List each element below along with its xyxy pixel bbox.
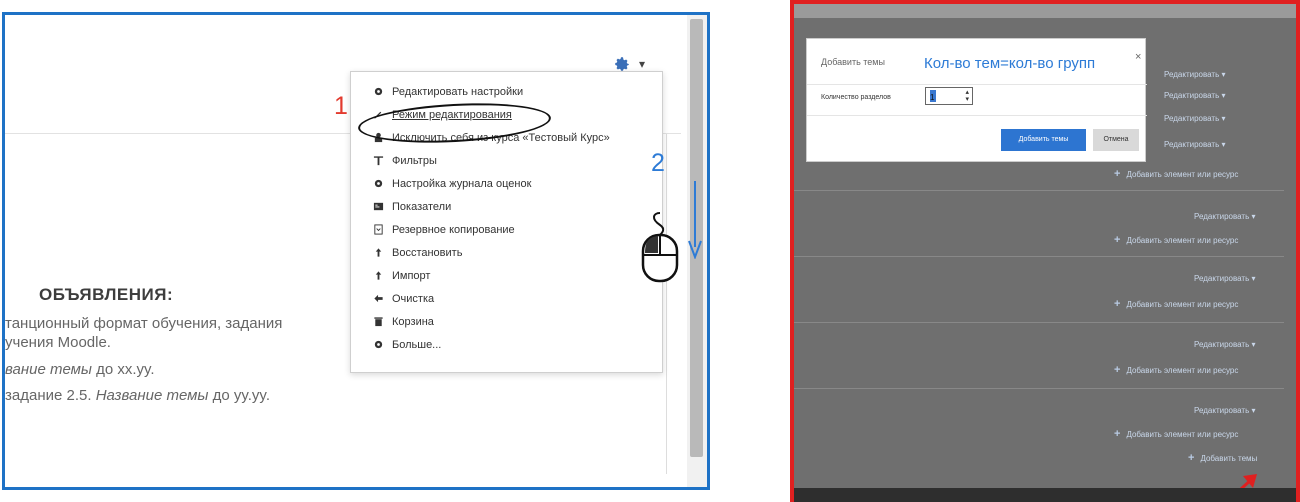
menu-item-filters[interactable]: Фильтры <box>351 149 664 172</box>
announcement-text: до xx.yy. <box>91 361 155 378</box>
sections-count-value: 1 <box>930 89 936 102</box>
announcement-text: задание 2.5. <box>5 387 96 404</box>
menu-item-label: Корзина <box>392 315 434 328</box>
arrow-down-icon <box>688 181 702 259</box>
menu-item-label: Настройка журнала оценок <box>392 177 532 190</box>
menu-item-edit-settings[interactable]: Редактировать настройки <box>351 80 664 103</box>
file-icon <box>371 223 385 237</box>
menu-item-gradebook-setup[interactable]: Настройка журнала оценок <box>351 172 664 195</box>
edit-menu-link[interactable]: Редактировать ▾ <box>1194 274 1256 283</box>
add-activity-label: Добавить элемент или ресурс <box>1126 236 1239 245</box>
add-topics-button[interactable]: Добавить темы <box>1001 129 1086 151</box>
arrow-left-icon <box>371 292 385 306</box>
menu-item-label: Восстановить <box>392 246 463 259</box>
edit-menu-link[interactable]: Редактировать ▾ <box>1194 406 1256 415</box>
section-divider <box>794 256 1284 257</box>
plus-icon: + <box>1188 452 1195 464</box>
menu-item-label: Очистка <box>392 292 435 305</box>
plus-icon: + <box>1114 364 1121 376</box>
announcement-emphasis: вание темы <box>5 361 92 378</box>
menu-item-reset[interactable]: Очистка <box>351 287 664 310</box>
add-activity-link[interactable]: + Добавить элемент или ресурс <box>1114 428 1238 440</box>
announcement-line: танционный формат обучения, задания <box>5 315 283 332</box>
announcement-line: учения Moodle. <box>5 334 111 351</box>
announcement-emphasis: Название темы <box>95 387 209 404</box>
menu-item-label: Фильтры <box>392 154 437 167</box>
annotation-note: Кол-во тем=кол-во групп <box>924 55 1096 72</box>
add-activity-label: Добавить элемент или ресурс <box>1126 170 1239 179</box>
step-number-2: 2 <box>651 149 665 177</box>
add-topics-dialog: Добавить темы Кол-во тем=кол-во групп × … <box>806 38 1147 162</box>
edit-menu-link[interactable]: Редактировать ▾ <box>1164 91 1226 100</box>
menu-item-backup[interactable]: Резервное копирование <box>351 218 664 241</box>
add-activity-label: Добавить элемент или ресурс <box>1126 300 1239 309</box>
gear-icon <box>371 338 385 352</box>
chart-icon <box>371 200 385 214</box>
add-activity-label: Добавить элемент или ресурс <box>1126 366 1239 375</box>
section-divider <box>794 190 1284 191</box>
menu-item-reports[interactable]: Показатели <box>351 195 664 218</box>
divider <box>807 84 1147 85</box>
section-divider <box>794 388 1284 389</box>
menu-item-recycle-bin[interactable]: Корзина <box>351 310 664 333</box>
menu-item-label: Редактировать настройки <box>392 85 524 98</box>
dialog-title: Добавить темы <box>821 57 885 67</box>
add-topics-link[interactable]: + Добавить темы <box>1188 452 1257 464</box>
announcement-line: вание темы до xx.yy. <box>5 361 155 378</box>
add-activity-link[interactable]: + Добавить элемент или ресурс <box>1114 168 1238 180</box>
filter-icon <box>371 154 385 168</box>
menu-item-restore[interactable]: Восстановить <box>351 241 664 264</box>
edit-menu-link[interactable]: Редактировать ▾ <box>1194 340 1256 349</box>
sections-count-input[interactable]: 1 ▴ ▾ <box>925 87 973 105</box>
divider <box>807 115 1147 116</box>
gear-icon <box>371 177 385 191</box>
upload-icon <box>371 269 385 283</box>
sections-count-label: Количество разделов <box>821 94 891 101</box>
plus-icon: + <box>1114 428 1121 440</box>
edit-menu-link[interactable]: Редактировать ▾ <box>1164 70 1226 79</box>
announcement-text: до yy.yy. <box>208 387 270 404</box>
add-activity-label: Добавить элемент или ресурс <box>1126 430 1239 439</box>
left-panel-screenshot: ▾ ОБЪЯВЛЕНИЯ: танционный формат обучения… <box>2 12 710 490</box>
menu-item-label: Больше... <box>392 338 442 351</box>
right-panel-screenshot: Редактировать ▾ Редактировать ▾ Редактир… <box>790 0 1300 502</box>
menu-item-label: Показатели <box>392 200 452 213</box>
add-topics-label: Добавить темы <box>1200 454 1258 463</box>
trash-icon <box>371 315 385 329</box>
edit-menu-link[interactable]: Редактировать ▾ <box>1164 114 1226 123</box>
plus-icon: + <box>1114 234 1121 246</box>
edit-menu-link[interactable]: Редактировать ▾ <box>1194 212 1256 221</box>
announcements-title: ОБЪЯВЛЕНИЯ: <box>39 285 174 304</box>
step-number-1: 1 <box>334 92 348 120</box>
plus-icon: + <box>1114 168 1121 180</box>
cancel-button[interactable]: Отмена <box>1093 129 1139 151</box>
announcement-line: задание 2.5. Название темы до yy.yy. <box>5 387 270 404</box>
close-icon[interactable]: × <box>1135 51 1141 63</box>
mouse-scroll-icon <box>641 212 679 283</box>
upload-icon <box>371 246 385 260</box>
add-activity-link[interactable]: + Добавить элемент или ресурс <box>1114 364 1238 376</box>
menu-item-more[interactable]: Больше... <box>351 333 664 356</box>
add-activity-link[interactable]: + Добавить элемент или ресурс <box>1114 234 1238 246</box>
page-header-strip <box>794 4 1296 18</box>
menu-item-label: Импорт <box>392 269 431 282</box>
plus-icon: + <box>1114 298 1121 310</box>
chevron-down-icon: ▾ <box>639 57 646 71</box>
spinner-icon[interactable]: ▴ ▾ <box>965 89 969 103</box>
page-footer-strip <box>794 488 1296 502</box>
menu-item-label: Резервное копирование <box>392 223 515 236</box>
menu-item-import[interactable]: Импорт <box>351 264 664 287</box>
add-activity-link[interactable]: + Добавить элемент или ресурс <box>1114 298 1238 310</box>
gear-icon <box>371 85 385 99</box>
edit-menu-link[interactable]: Редактировать ▾ <box>1164 140 1226 149</box>
section-divider <box>794 322 1284 323</box>
